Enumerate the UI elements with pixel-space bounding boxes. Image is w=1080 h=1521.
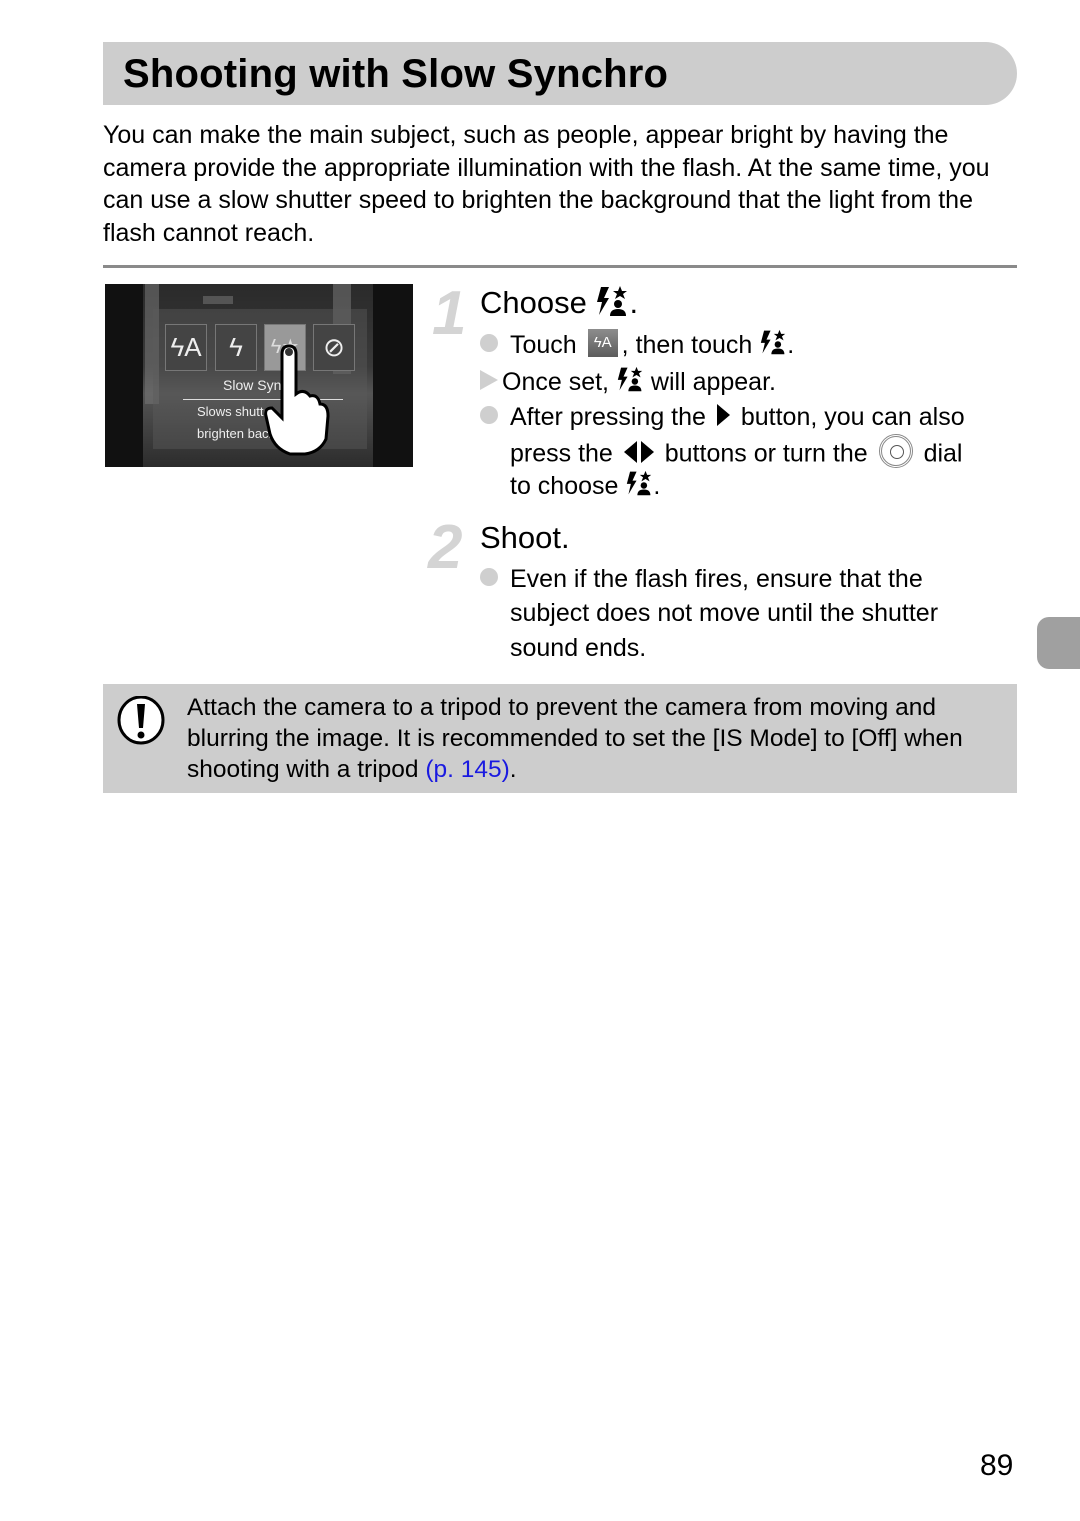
text: , then touch — [621, 331, 753, 359]
page-number: 89 — [980, 1449, 1014, 1482]
text: . — [787, 331, 795, 359]
text: buttons or turn the — [664, 439, 868, 468]
flash-on-button[interactable]: ϟ — [215, 324, 257, 371]
note-text: Attach the camera to a tripod to prevent… — [187, 692, 1007, 785]
step-2-line-2: subject does not move until the shutter — [510, 599, 939, 627]
step-2-title: Shoot. — [480, 520, 570, 555]
caution-icon — [117, 696, 165, 745]
building — [203, 296, 233, 304]
step-number-1: 1 — [432, 279, 467, 348]
camera-screen-image: ϟA ϟ ϟ★ ⊘ Slow Sync Slows shutte brighte… — [105, 284, 413, 467]
slow-synchro-icon — [761, 330, 786, 355]
text: Touch — [510, 331, 577, 359]
chapter-side-tab — [1037, 617, 1080, 669]
slow-synchro-icon — [617, 367, 643, 392]
page-title: Shooting with Slow Synchro — [123, 52, 669, 96]
step-1-title-period: . — [629, 285, 639, 320]
page-link[interactable]: (p. 145) — [425, 756, 509, 783]
text: button, you can also — [740, 403, 965, 431]
title-bar: Shooting with Slow Synchro — [103, 42, 1017, 105]
divider — [103, 265, 1017, 268]
slow-synchro-icon — [627, 471, 652, 496]
touch-hand-icon — [264, 344, 330, 456]
step-1-line-2: Once set, will appear. — [480, 367, 776, 397]
text: Even if the flash fires, ensure that the — [510, 565, 923, 593]
text: to choose — [510, 472, 619, 500]
bullet-icon — [480, 334, 498, 353]
caution-note: Attach the camera to a tripod to prevent… — [103, 684, 1017, 793]
result-arrow-icon — [480, 370, 498, 391]
text: will appear. — [650, 368, 776, 396]
step-1-line-4: press the buttons or turn the dial — [510, 434, 963, 472]
bullet-icon — [480, 568, 498, 587]
step-1-line-1: Touch ϟA, then touch . — [480, 329, 795, 360]
right-button-icon — [640, 441, 654, 463]
right-button-icon — [716, 404, 730, 427]
step-2-line-3: sound ends. — [510, 634, 647, 662]
text: . — [653, 472, 661, 500]
step-2-line-1: Even if the flash fires, ensure that the — [480, 565, 923, 594]
flash-auto-icon: ϟA — [587, 329, 618, 358]
text: press the — [510, 439, 613, 468]
text: After pressing the — [510, 403, 706, 431]
control-dial-icon — [878, 434, 913, 468]
bullet-icon — [480, 406, 498, 425]
step-1-title-text: Choose — [480, 285, 587, 320]
left-button-icon — [623, 441, 637, 463]
step-1-line-3: After pressing the button, you can also — [480, 403, 965, 432]
intro-paragraph: You can make the main subject, such as p… — [103, 121, 990, 247]
flash-auto-button[interactable]: ϟA — [165, 324, 207, 371]
step-number-2: 2 — [428, 513, 463, 582]
step-1-title: Choose . — [480, 285, 638, 321]
text: Once set, — [502, 368, 609, 396]
step-1-line-5: to choose . — [510, 471, 661, 501]
text: dial — [923, 439, 963, 468]
note-end: . — [509, 756, 517, 783]
note-body: Attach the camera to a tripod to prevent… — [187, 694, 963, 783]
slow-synchro-icon — [597, 285, 628, 316]
